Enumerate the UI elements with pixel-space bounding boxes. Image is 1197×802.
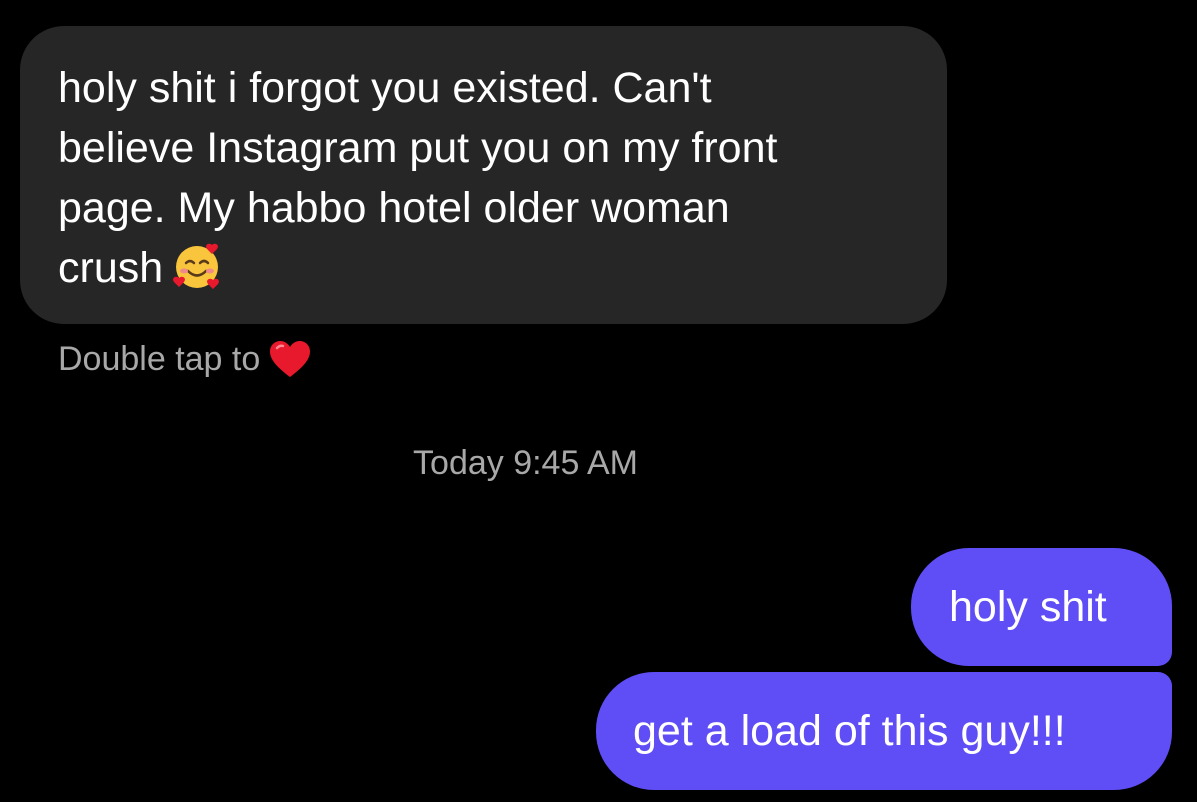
incoming-message-line-3: page. My habbo hotel older woman [58, 184, 730, 232]
incoming-message-line-4: crush [58, 244, 164, 292]
smiling-face-with-hearts-icon [173, 243, 220, 289]
double-tap-hint: Double tap to [58, 336, 312, 382]
message-timestamp: Today 9:45 AM [413, 444, 638, 482]
outgoing-message-text: get a load of this guy!!! [633, 706, 1066, 755]
double-tap-hint-label: Double tap to [58, 339, 261, 378]
heart-icon [270, 341, 311, 377]
incoming-message-bubble[interactable]: holy shit i forgot you existed. Can't be… [20, 26, 947, 324]
incoming-message-line-2: believe Instagram put you on my front [58, 124, 778, 172]
incoming-message-line-1: holy shit i forgot you existed. Can't [58, 64, 712, 112]
outgoing-message-bubble[interactable]: get a load of this guy!!! [596, 672, 1172, 790]
outgoing-message-text: holy shit [949, 582, 1107, 631]
outgoing-message-bubble[interactable]: holy shit [911, 548, 1172, 666]
incoming-message-text: holy shit i forgot you existed. Can't be… [58, 58, 917, 298]
